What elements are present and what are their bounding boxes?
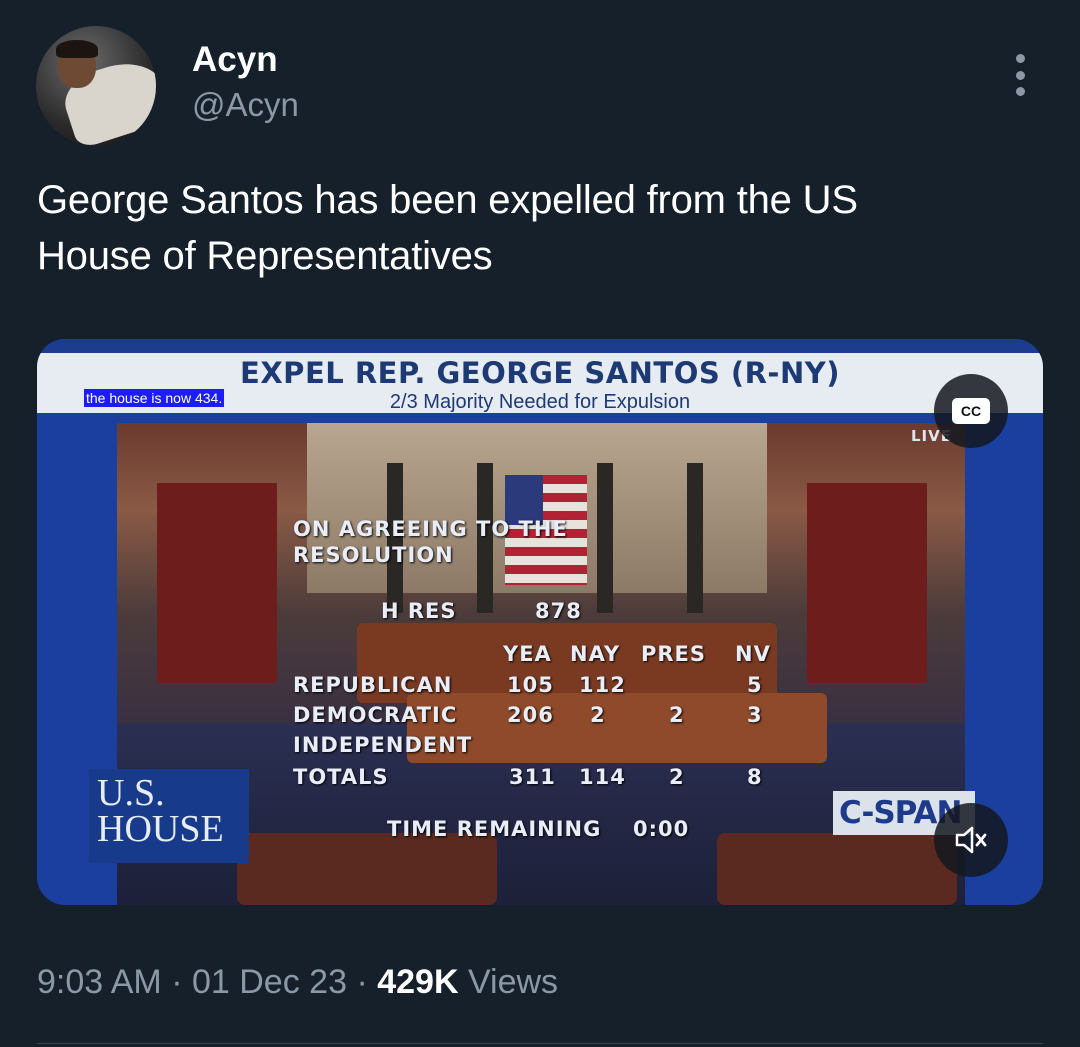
cc-icon: CC bbox=[952, 398, 990, 424]
tweet-video[interactable]: EXPEL REP. GEORGE SANTOS (R-NY) 2/3 Majo… bbox=[37, 339, 1043, 905]
vote-heading-line2: RESOLUTION bbox=[293, 543, 454, 567]
row-yea: 311 bbox=[509, 765, 556, 789]
us-house-logo-line: HOUSE bbox=[97, 808, 224, 850]
tweet-text-line: George Santos has been expelled from the… bbox=[37, 178, 858, 222]
row-nv: 3 bbox=[747, 703, 763, 727]
chamber-column bbox=[687, 463, 703, 613]
avatar-hair bbox=[56, 40, 98, 58]
row-nay: 2 bbox=[590, 703, 606, 727]
more-options-icon[interactable] bbox=[1006, 54, 1034, 96]
divider bbox=[37, 1043, 1043, 1044]
time-remaining-label: TIME REMAINING bbox=[387, 817, 602, 841]
chamber-column bbox=[597, 463, 613, 613]
row-yea: 105 bbox=[507, 673, 554, 697]
column-nay: NAY bbox=[570, 642, 621, 666]
closed-caption-text: the house is now 434. bbox=[84, 389, 225, 407]
tweet-time[interactable]: 9:03 AM bbox=[37, 963, 162, 1001]
row-nay: 112 bbox=[579, 673, 626, 697]
row-party: INDEPENDENT bbox=[293, 733, 473, 757]
tweet-text-line: House of Representatives bbox=[37, 234, 493, 278]
row-yea: 206 bbox=[507, 703, 554, 727]
closed-captions-button[interactable]: CC bbox=[934, 374, 1008, 448]
more-dot bbox=[1015, 87, 1025, 96]
chamber-drape bbox=[157, 483, 277, 683]
unmute-button[interactable] bbox=[934, 803, 1008, 877]
time-remaining-value: 0:00 bbox=[633, 817, 690, 841]
chamber-drape bbox=[807, 483, 927, 683]
member-desk bbox=[237, 833, 497, 905]
more-dot bbox=[1015, 70, 1025, 80]
meta-separator: · bbox=[171, 963, 183, 1001]
row-pres: 2 bbox=[669, 703, 685, 727]
speaker-muted-icon bbox=[955, 826, 987, 854]
tweet-text: George Santos has been expelled from the… bbox=[37, 172, 1037, 284]
row-nv: 8 bbox=[747, 765, 763, 789]
row-party: REPUBLICAN bbox=[293, 673, 453, 697]
row-nv: 5 bbox=[747, 673, 763, 697]
column-yea: YEA bbox=[503, 642, 552, 666]
views-label[interactable]: Views bbox=[468, 963, 558, 1001]
meta-separator: · bbox=[356, 963, 368, 1001]
measure-label: H RES bbox=[381, 599, 457, 623]
banner-title: EXPEL REP. GEORGE SANTOS (R-NY) bbox=[240, 356, 840, 390]
row-party: TOTALS bbox=[293, 765, 389, 789]
video-top-strip bbox=[37, 339, 1043, 353]
views-count[interactable]: 429K bbox=[377, 963, 458, 1001]
author-handle[interactable]: @Acyn bbox=[192, 86, 299, 124]
column-nv: NV bbox=[735, 642, 771, 666]
more-dot bbox=[1015, 54, 1025, 63]
row-nay: 114 bbox=[579, 765, 626, 789]
row-party: DEMOCRATIC bbox=[293, 703, 458, 727]
us-house-logo: U.S. HOUSE bbox=[89, 769, 249, 863]
tweet-meta: 9:03 AM · 01 Dec 23 · 429K Views bbox=[37, 963, 558, 1002]
member-desk bbox=[717, 833, 957, 905]
row-pres: 2 bbox=[669, 765, 685, 789]
avatar[interactable] bbox=[36, 26, 156, 146]
us-house-logo-line: U.S. bbox=[97, 772, 165, 814]
measure-number: 878 bbox=[535, 599, 582, 623]
column-pres: PRES bbox=[641, 642, 707, 666]
vote-heading-line1: ON AGREEING TO THE bbox=[293, 517, 568, 541]
author-display-name[interactable]: Acyn bbox=[192, 40, 278, 80]
tweet-date[interactable]: 01 Dec 23 bbox=[192, 963, 347, 1001]
